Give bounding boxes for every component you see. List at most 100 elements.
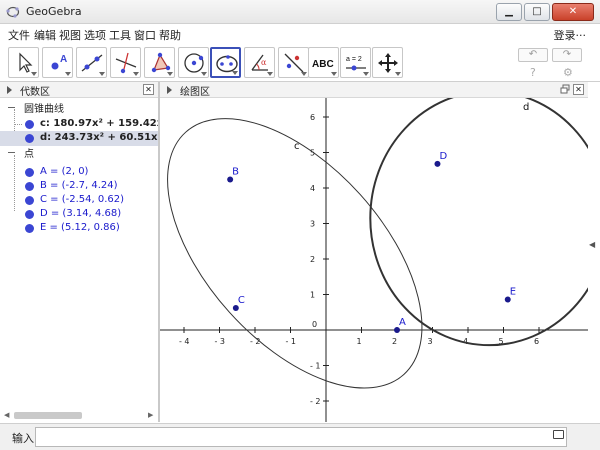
angle-tool-button[interactable]: α [244,47,275,78]
menu-bar: 文件 编辑 视图 选项 工具 窗口 帮助 登录··· [0,24,600,44]
menu-tools[interactable]: 工具 [109,27,131,43]
conic-c-label: c [294,141,300,152]
list-item[interactable]: c: 180.97x² + 159.42x y + 19 [0,117,158,132]
menu-options[interactable]: 选项 [84,27,106,43]
point-label: D [439,151,447,162]
close-button[interactable]: ✕ [552,3,594,21]
slider-tool-button[interactable]: a = 2 [340,47,371,78]
x-tick-label: - 1 [286,337,297,346]
x-tick-label: 0 [312,320,317,329]
reflect-tool-button[interactable] [278,47,309,78]
scroll-right-icon[interactable]: ▶ [148,411,153,419]
visibility-dot-icon[interactable] [25,120,34,129]
input-label: 输入: [12,432,38,445]
axis-ticks: - 4- 3- 2- 101 2 3 4 5 6654321- 1- 2 [179,113,540,406]
collapse-minus-icon[interactable] [8,152,15,153]
graphics-view[interactable]: - 4- 3- 2- 10123456654321- 1- 2 c d ABCD… [160,98,588,422]
x-tick-label: 1 [357,337,362,346]
toolbar: A α ABC a = 2 ↶ ↷ ? ⚙ [0,44,600,82]
list-item[interactable]: C = (-2.54, 0.62) [0,193,158,208]
visibility-dot-icon[interactable] [25,224,34,233]
input-field[interactable] [35,427,567,447]
visibility-dot-icon[interactable] [25,168,34,177]
menu-file[interactable]: 文件 [8,27,30,43]
keyboard-icon[interactable] [553,430,564,439]
y-tick-label: 3 [310,220,315,229]
point-label: C [238,295,245,306]
menu-window[interactable]: 窗口 [134,27,156,43]
help-icon[interactable]: ? [530,66,536,79]
geogebra-icon [6,6,20,18]
circle-tool-button[interactable] [178,47,209,78]
horizontal-scrollbar[interactable]: ◀ ▶ [4,410,154,420]
title-bar: GeoGebra ▁ □ ✕ [0,0,600,24]
restore-window-icon[interactable] [560,84,570,94]
svg-text:ABC: ABC [312,59,334,70]
graphics-view-title: 绘图区 [180,87,210,98]
list-item-selected[interactable]: d: 243.73x² + 60.51x y + 201 [0,131,158,146]
list-item[interactable]: D = (3.14, 4.68) [0,207,158,222]
menu-help[interactable]: 帮助 [159,27,181,43]
y-tick-label: - 2 [310,397,321,406]
collapse-minus-icon[interactable] [8,107,15,108]
list-item[interactable]: E = (5.12, 0.86) [0,221,158,236]
login-link[interactable]: 登录··· [554,27,587,43]
polygon-tool-button[interactable] [144,47,175,78]
text-tool-button[interactable]: ABC [308,47,339,78]
collapse-triangle-icon[interactable] [7,86,12,94]
item-text: D = (3.14, 4.68) [40,208,122,219]
list-item[interactable]: B = (-2.7, 4.24) [0,179,158,194]
scrollbar-thumb[interactable] [14,412,82,419]
visibility-dot-icon[interactable] [25,210,34,219]
conic-d-label: d [523,102,529,113]
visibility-dot-icon[interactable] [25,182,34,191]
svg-text:α: α [261,58,267,67]
point-label: B [232,166,239,177]
conic-d-ellipse[interactable] [369,98,588,347]
y-tick-label: 6 [310,113,315,122]
item-text: c: 180.97x² + 159.42x y + 19 [40,118,158,129]
window-title: GeoGebra [26,5,82,18]
close-view-icon[interactable]: ✕ [573,84,584,95]
move-view-tool-button[interactable] [372,47,403,78]
algebra-view-title: 代数区 [20,87,50,98]
scroll-left-icon[interactable]: ◀ [4,411,9,419]
expand-sidebar-icon[interactable]: ◀ [589,240,595,249]
redo-button[interactable]: ↷ [552,48,582,62]
minimize-button[interactable]: ▁ [496,3,522,21]
item-text: B = (-2.7, 4.24) [40,180,118,191]
item-text: A = (2, 0) [40,166,89,177]
move-tool-button[interactable] [8,47,39,78]
point-label: E [510,286,516,297]
y-tick-label: - 1 [310,362,321,371]
close-view-icon[interactable]: ✕ [143,84,154,95]
perpendicular-tool-button[interactable] [110,47,141,78]
line-tool-button[interactable] [76,47,107,78]
item-text: C = (-2.54, 0.62) [40,194,125,205]
menu-view[interactable]: 视图 [59,27,81,43]
group-title-conics: 圆锥曲线 [24,104,64,115]
point-label: A [399,317,406,328]
svg-text:a = 2: a = 2 [346,56,362,63]
x-tick-label: - 4 [179,337,190,346]
graphics-plot[interactable]: - 4- 3- 2- 101 2 3 4 5 6654321- 1- 2 c d ABCD… [160,98,588,422]
svg-text:A: A [60,54,67,65]
x-tick-label: - 3 [215,337,226,346]
maximize-button[interactable]: □ [524,3,550,21]
collapse-triangle-icon[interactable] [167,86,172,94]
item-text: E = (5.12, 0.86) [40,222,120,233]
visibility-dot-icon[interactable] [25,196,34,205]
point-tool-button[interactable]: A [42,47,73,78]
y-tick-label: 2 [310,255,315,264]
conic-tool-button[interactable] [210,47,241,78]
menu-edit[interactable]: 编辑 [34,27,56,43]
x-tick-label: 6 [534,337,539,346]
algebra-view: 圆锥曲线 c: 180.97x² + 159.42x y + 19 d: 243… [0,98,158,408]
x-tick-label: 2 [392,337,397,346]
settings-gear-icon[interactable]: ⚙ [563,66,573,79]
undo-button[interactable]: ↶ [518,48,548,62]
group-title-points: 点 [24,149,34,160]
list-item[interactable]: A = (2, 0) [0,165,158,180]
y-tick-label: 4 [310,184,315,193]
visibility-dot-icon[interactable] [25,134,34,143]
